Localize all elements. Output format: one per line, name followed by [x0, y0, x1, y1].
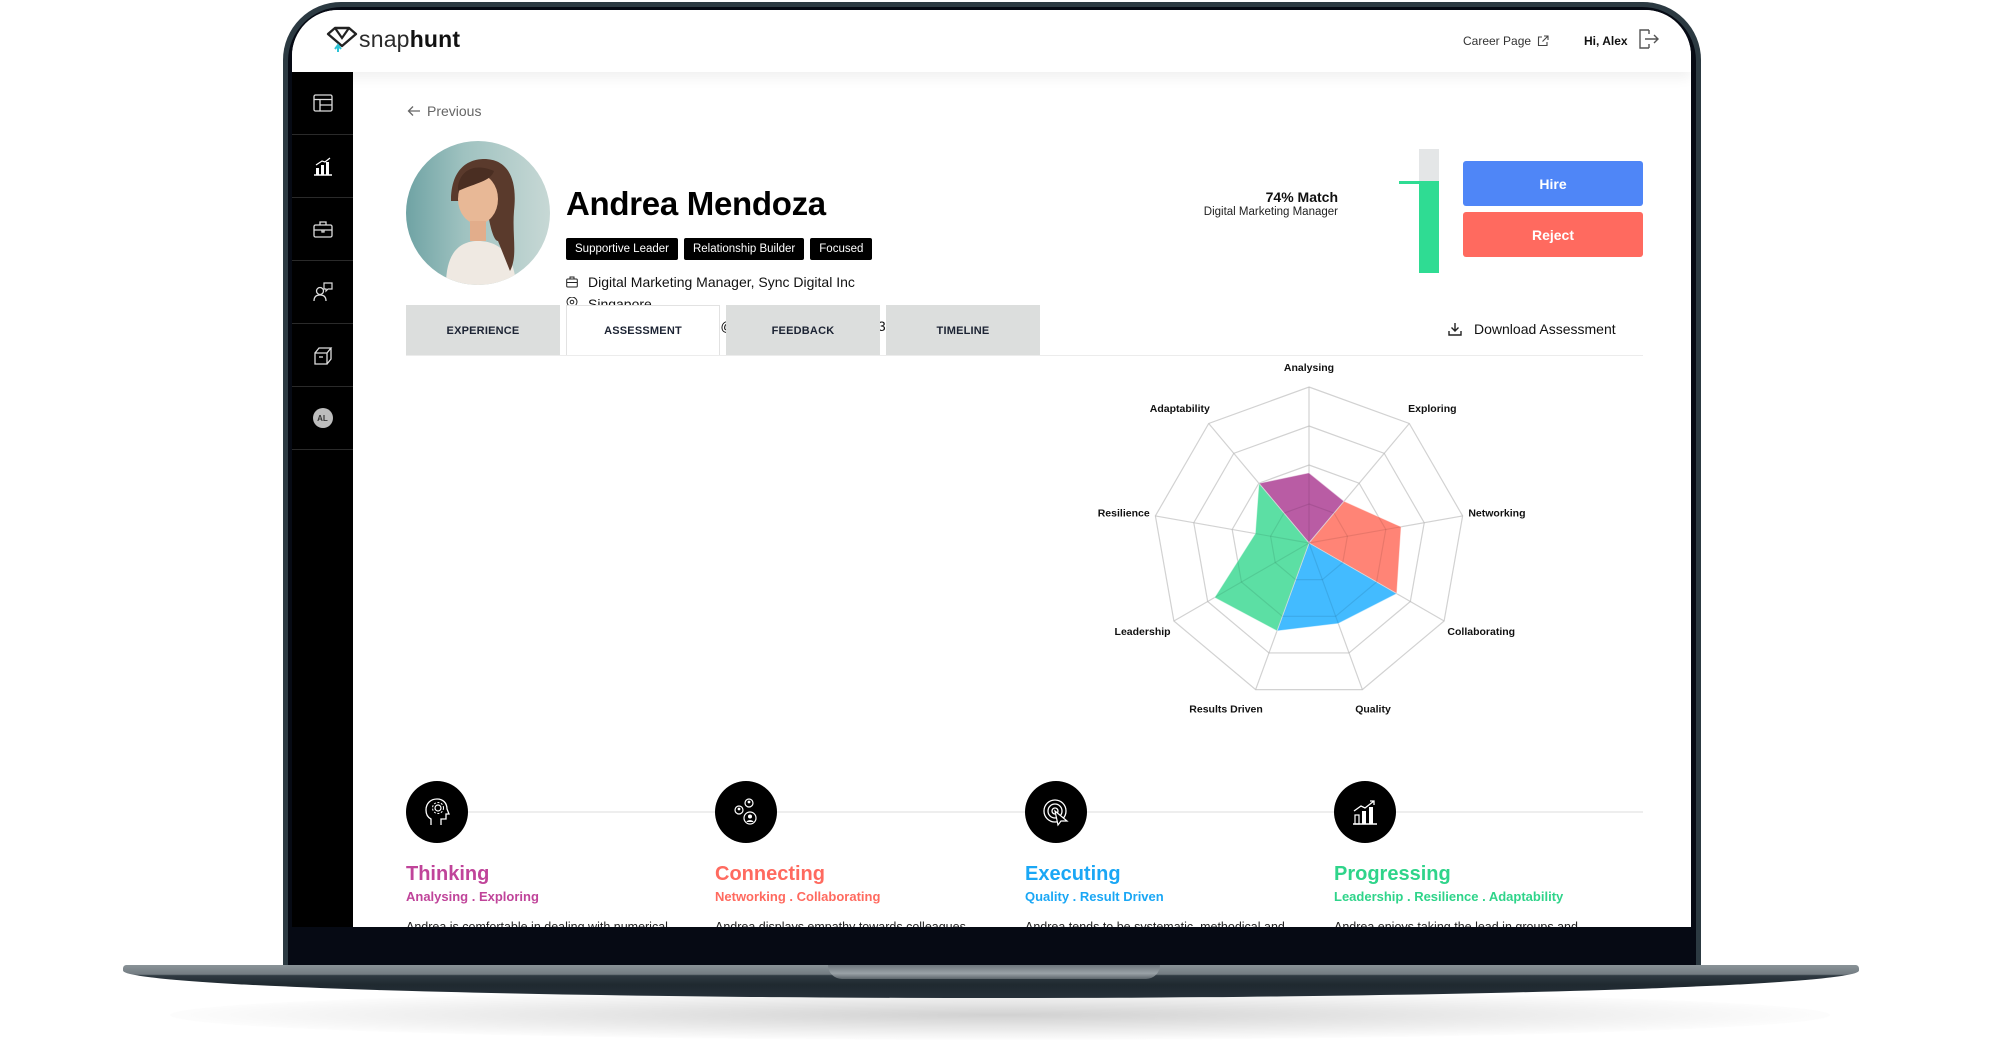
category-description: Andrea tends to be systematic, methodica… — [1025, 920, 1285, 927]
radar-axis-label: Networking — [1468, 507, 1525, 519]
category-progressing: Progressing Leadership . Resilience . Ad… — [1334, 781, 1634, 927]
category-icon-badge — [406, 781, 468, 843]
logout-button[interactable] — [1637, 27, 1661, 56]
category-connecting: Connecting Networking . Collaborating An… — [715, 781, 1015, 927]
logout-icon — [1639, 29, 1659, 49]
category-description: Andrea displays empathy towards colleagu… — [715, 920, 966, 927]
sidebar-item-analytics[interactable] — [292, 135, 353, 198]
category-title: Connecting — [715, 863, 825, 885]
top-header: snaphunt Career Page Hi, Alex — [292, 10, 1691, 72]
sidebar-item-dashboard[interactable] — [292, 72, 353, 135]
laptop-screen: snaphunt Career Page Hi, Alex AL Previou… — [292, 10, 1691, 927]
candidate-chat-icon — [312, 282, 333, 302]
archive-box-icon — [313, 347, 332, 365]
radar-areas — [1154, 386, 1464, 691]
category-thinking: Thinking Analysing . Exploring Andrea is… — [406, 781, 706, 927]
dashboard-icon — [312, 94, 333, 112]
radar-axis-label: Exploring — [1408, 403, 1456, 415]
category-subtitle: Networking . Collaborating — [715, 889, 881, 904]
external-link-icon — [1537, 35, 1549, 47]
brand-logo[interactable]: snaphunt — [325, 24, 460, 54]
category-subtitle: Leadership . Resilience . Adaptability — [1334, 889, 1564, 904]
radar-axis-label: Quality — [1355, 703, 1391, 715]
category-description: Andrea is comfortable in dealing with nu… — [406, 920, 668, 927]
category-icon-badge — [1334, 781, 1396, 843]
snaphunt-logo-icon — [326, 26, 358, 52]
sidebar-item-candidates[interactable] — [292, 261, 353, 324]
category-executing: Executing Quality . Result Driven Andrea… — [1025, 781, 1325, 927]
user-greeting: Hi, Alex — [1584, 34, 1628, 48]
main-content: Previous Andrea Mendoza Supportive Leade… — [353, 72, 1691, 927]
radar-axis-label: Resilience — [1098, 507, 1150, 519]
sidebar-item-jobs[interactable] — [292, 198, 353, 261]
category-subtitle: Quality . Result Driven — [1025, 889, 1164, 904]
growth-chart-icon — [1353, 800, 1377, 825]
career-page-label: Career Page — [1463, 34, 1532, 48]
category-title: Executing — [1025, 863, 1121, 885]
analytics-chart-icon — [313, 157, 332, 176]
sidebar: AL — [292, 72, 353, 927]
laptop-hinge-notch — [828, 965, 1160, 979]
category-description: Andrea enjoys taking the lead in groups … — [1334, 920, 1578, 927]
radar-axis-label: Leadership — [1115, 626, 1171, 638]
target-icon — [1043, 799, 1069, 827]
head-gear-icon — [425, 798, 450, 825]
sidebar-item-profile[interactable]: AL — [292, 387, 353, 450]
people-network-icon — [734, 798, 757, 825]
briefcase-icon — [312, 221, 333, 238]
brand-name: snaphunt — [359, 25, 461, 52]
user-avatar: AL — [312, 408, 333, 428]
category-icon-badge — [1025, 781, 1087, 843]
assessment-radar-chart: Analysing Exploring Networking Collaboratin… — [1098, 362, 1526, 715]
radar-axis-label: Results Driven — [1189, 703, 1263, 715]
category-title: Thinking — [406, 863, 490, 885]
category-title: Progressing — [1334, 863, 1451, 885]
radar-axis-label: Adaptability — [1150, 403, 1210, 415]
sidebar-item-archive[interactable] — [292, 324, 353, 387]
category-subtitle: Analysing . Exploring — [406, 889, 539, 904]
radar-axis-label: Analysing — [1284, 362, 1334, 374]
radar-axis-label: Collaborating — [1447, 626, 1515, 638]
radar-grid-overlay — [1154, 386, 1464, 691]
career-page-link[interactable]: Career Page — [1463, 34, 1549, 48]
category-icon-badge — [715, 781, 777, 843]
